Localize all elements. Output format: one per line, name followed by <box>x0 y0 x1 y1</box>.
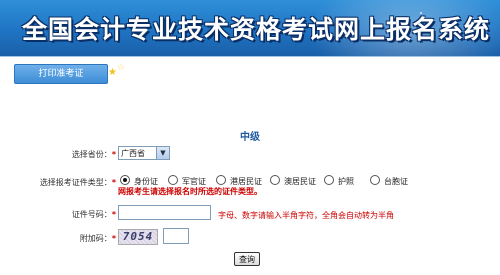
radio-taiwan-card[interactable]: 台胞证 <box>370 175 408 187</box>
province-selected-value: 广西省 <box>121 149 145 158</box>
nav-divider <box>0 56 500 57</box>
radio-dot[interactable] <box>270 175 280 185</box>
cert-number-input[interactable] <box>118 205 211 220</box>
radio-label: 身份证 <box>134 177 158 186</box>
star-icon: ☆ <box>117 63 126 73</box>
radio-dot[interactable] <box>324 175 334 185</box>
radio-label: 台胞证 <box>384 177 408 186</box>
captcha-input[interactable] <box>163 228 189 244</box>
cert-type-warning: 网报考生请选择报名时所选的证件类型。 <box>118 187 262 196</box>
province-select[interactable]: 广西省 ▼ <box>118 146 170 160</box>
radio-macau-card[interactable]: 澳居民证 <box>270 175 316 187</box>
required-mark: * <box>111 210 116 219</box>
captcha-label: 附加码：* <box>30 233 116 244</box>
star-icon: ★ <box>108 67 117 78</box>
radio-dot[interactable] <box>216 175 226 185</box>
radio-dot[interactable] <box>120 175 130 185</box>
level-title: 中级 <box>240 132 260 143</box>
captcha-label-text: 附加码： <box>79 234 112 243</box>
radio-label: 港居民证 <box>230 177 262 186</box>
radio-dot[interactable] <box>370 175 380 185</box>
required-mark: * <box>111 178 116 187</box>
province-label-text: 选择省份： <box>71 150 112 159</box>
tab-print-ticket[interactable]: 打印准考证 <box>14 64 108 84</box>
required-mark: * <box>111 150 116 159</box>
cert-number-label: 证件号码：* <box>30 209 116 220</box>
radio-dot[interactable] <box>168 175 178 185</box>
cert-type-label: 选择报考证件类型：* <box>10 177 116 188</box>
captcha-image: 7054 <box>118 229 158 245</box>
cert-type-label-text: 选择报考证件类型： <box>39 178 112 187</box>
cert-number-label-text: 证件号码： <box>71 210 112 219</box>
radio-passport[interactable]: 护照 <box>324 175 354 187</box>
radio-label: 澳居民证 <box>284 177 316 186</box>
query-button[interactable]: 查询 <box>234 252 260 266</box>
province-label: 选择省份：* <box>30 149 116 160</box>
cert-number-hint: 字母、数字请输入半角字符，全角会自动转为半角 <box>218 211 394 220</box>
required-mark: * <box>111 234 116 243</box>
radio-label: 护照 <box>338 177 354 186</box>
chevron-down-icon[interactable]: ▼ <box>156 147 169 159</box>
header-banner: 全国会计专业技术资格考试网上报名系统 <box>0 0 500 56</box>
banner-title: 全国会计专业技术资格考试网上报名系统 <box>22 15 491 44</box>
radio-label: 军官证 <box>182 177 206 186</box>
